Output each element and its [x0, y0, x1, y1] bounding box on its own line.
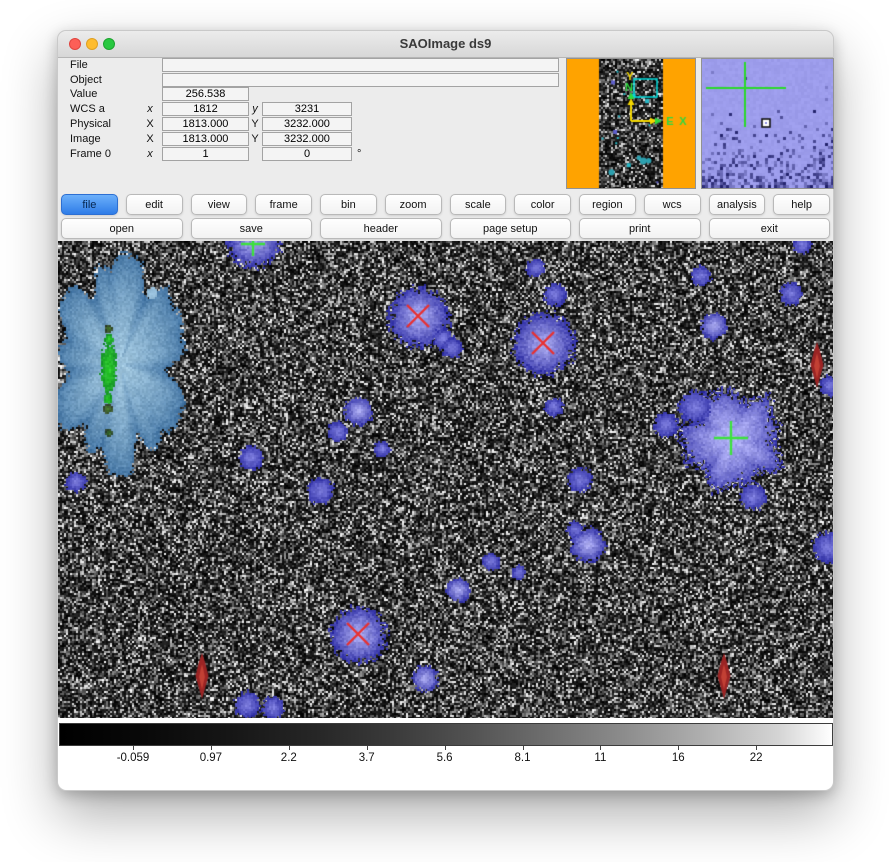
colorbar-tick: [600, 746, 601, 750]
open-button[interactable]: open: [61, 218, 183, 239]
colorbar-tick-label: 16: [672, 752, 685, 764]
exit-button[interactable]: exit: [709, 218, 831, 239]
axis-label: X: [144, 132, 156, 146]
colorbar-tick-label: 22: [750, 752, 763, 764]
page-setup-button[interactable]: page setup: [450, 218, 572, 239]
axis-label: Y: [249, 132, 261, 146]
file-button[interactable]: file: [61, 194, 118, 215]
ds9-window: SAOImage ds9 FileObjectValue 256.538 WCS a…: [57, 30, 834, 791]
wcs-button[interactable]: wcs: [644, 194, 701, 215]
colorbar-tick-label: 5.6: [437, 752, 453, 764]
view-button[interactable]: view: [191, 194, 248, 215]
axis-label: x: [144, 102, 156, 116]
info-field[interactable]: 0: [262, 147, 352, 161]
info-label: WCS a: [70, 102, 105, 116]
bin-button[interactable]: bin: [320, 194, 377, 215]
magnifier-view[interactable]: [701, 58, 834, 189]
axis-label: X: [144, 117, 156, 131]
colorbar-tick-label: 2.2: [281, 752, 297, 764]
colorbar-tick: [133, 746, 134, 750]
menu-bar: file edit view frame binzoom scale color region…: [61, 194, 830, 215]
info-label: Image: [70, 132, 101, 146]
info-field[interactable]: 1813.000: [162, 117, 249, 131]
save-button[interactable]: save: [191, 218, 313, 239]
colorbar-area: -0.059 0.97 2.2 3.7 5.6 8.1 11 16 22: [58, 718, 833, 790]
frame-button[interactable]: frame: [255, 194, 312, 215]
info-field[interactable]: 1813.000: [162, 132, 249, 146]
axis-label: x: [144, 147, 156, 161]
info-label: Value: [70, 87, 97, 101]
colorbar-tick-label: 11: [594, 752, 606, 764]
help-button[interactable]: help: [773, 194, 830, 215]
color-button[interactable]: color: [514, 194, 571, 215]
colorbar-tick: [678, 746, 679, 750]
colorbar-tick: [289, 746, 290, 750]
edit-button[interactable]: edit: [126, 194, 183, 215]
colorbar-tick-label: 0.97: [200, 752, 222, 764]
axis-label: y: [249, 102, 261, 116]
info-field[interactable]: 1: [162, 147, 249, 161]
degree-symbol: °: [357, 147, 361, 161]
region-button[interactable]: region: [579, 194, 636, 215]
colorbar-tick-label: 3.7: [359, 752, 375, 764]
info-label: File: [70, 58, 88, 72]
window-title: SAOImage ds9: [58, 31, 833, 57]
info-field[interactable]: 3231: [262, 102, 352, 116]
colorbar-tick: [756, 746, 757, 750]
colorbar-tick: [367, 746, 368, 750]
colorbar-tick: [523, 746, 524, 750]
zoom-button[interactable]: zoom: [385, 194, 442, 215]
info-field[interactable]: 1812: [162, 102, 249, 116]
analysis-button[interactable]: analysis: [709, 194, 766, 215]
colorbar-tick: [445, 746, 446, 750]
header-button[interactable]: header: [320, 218, 442, 239]
info-label: Physical: [70, 117, 111, 131]
colorbar-gradient[interactable]: [59, 723, 833, 746]
colorbar-tick: [211, 746, 212, 750]
info-label: Object: [70, 73, 102, 87]
image-display[interactable]: [58, 241, 833, 718]
colorbar-tick-label: -0.059: [117, 752, 150, 764]
info-field[interactable]: 3232.000: [262, 117, 352, 131]
action-bar: open save header page setup print exit: [61, 218, 830, 239]
print-button[interactable]: print: [579, 218, 701, 239]
info-field[interactable]: 3232.000: [262, 132, 352, 146]
info-field[interactable]: [162, 73, 559, 87]
scale-button[interactable]: scale: [450, 194, 507, 215]
info-field[interactable]: 256.538: [162, 87, 249, 101]
axis-label: Y: [249, 117, 261, 131]
titlebar[interactable]: SAOImage ds9: [58, 31, 833, 58]
info-label: Frame 0: [70, 147, 111, 161]
colorbar-tick-label: 8.1: [515, 752, 531, 764]
panner-view[interactable]: [566, 58, 696, 189]
info-field[interactable]: [162, 58, 559, 72]
